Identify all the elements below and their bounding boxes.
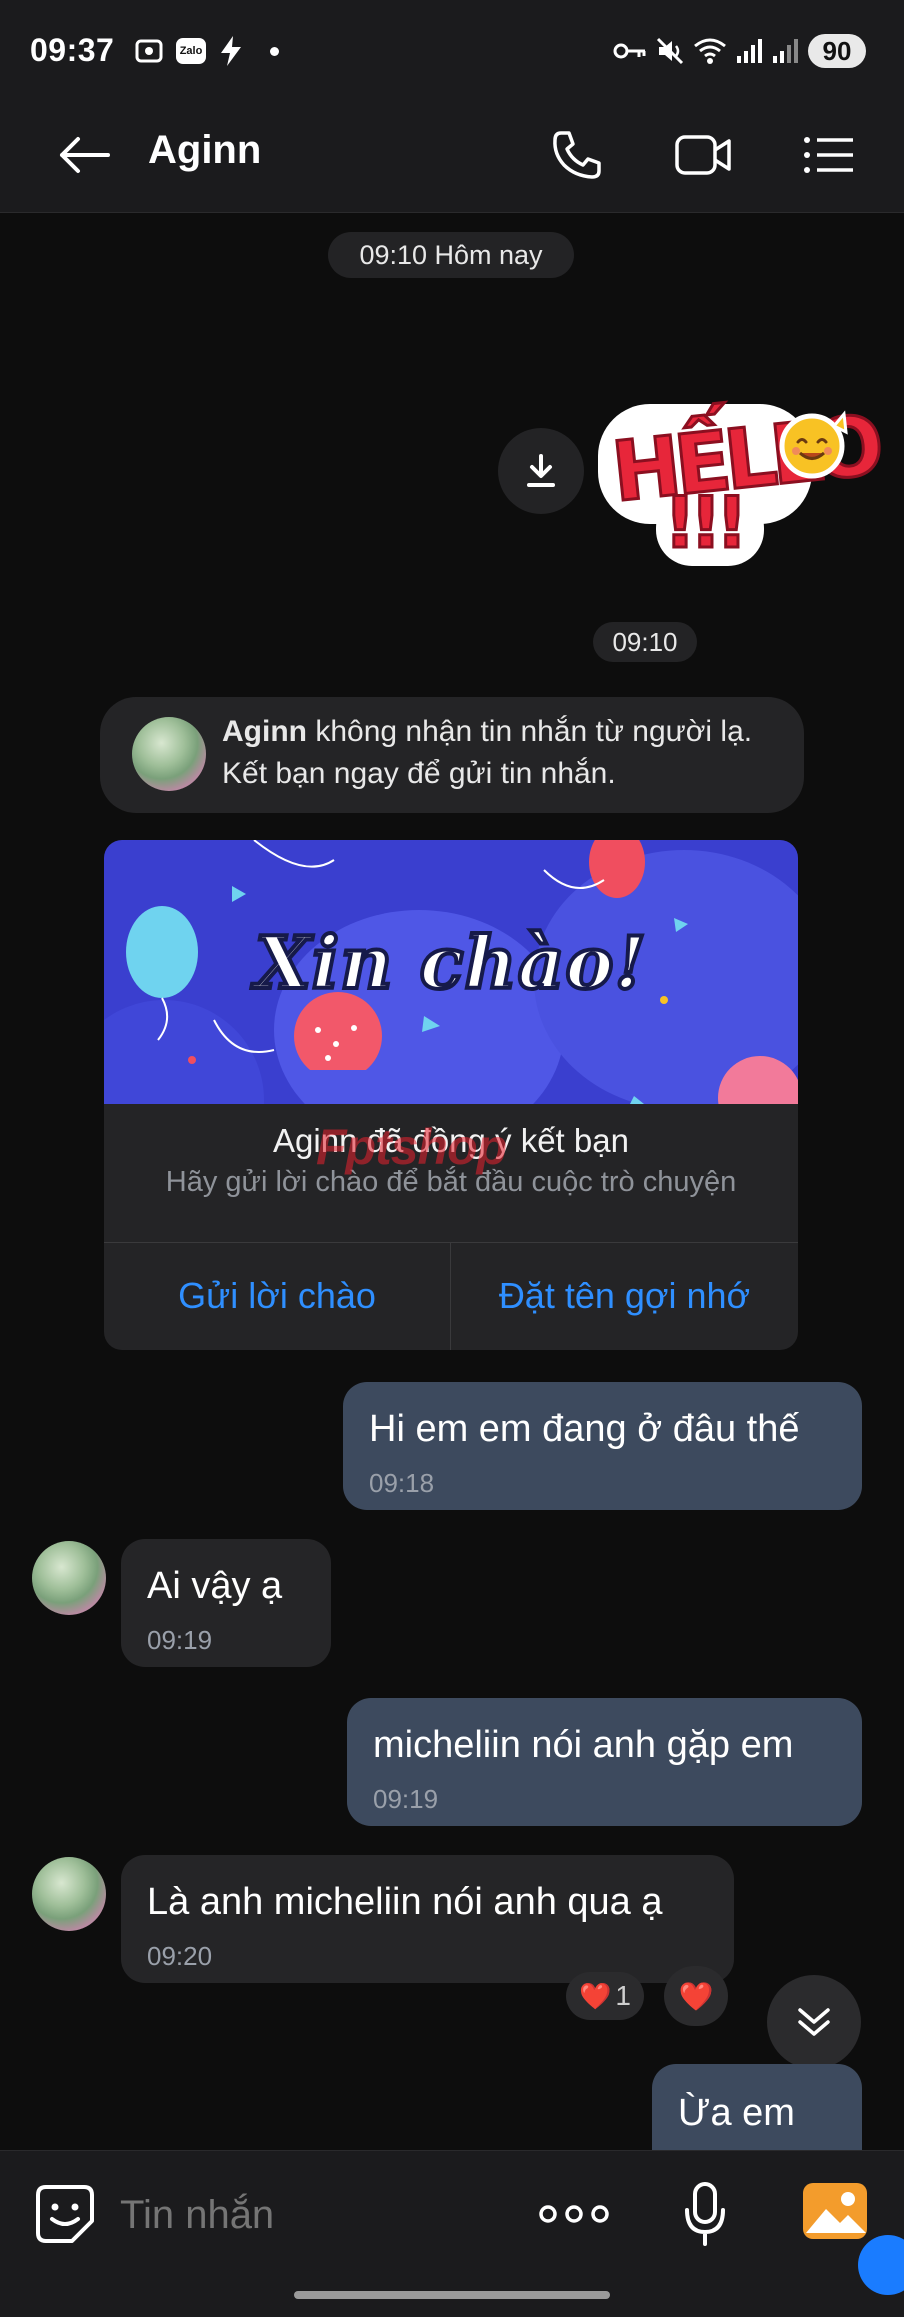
avatar: [132, 717, 206, 791]
download-sticker-button[interactable]: [498, 428, 584, 514]
friend-accepted-card: Xin chào! Aginn đã đồng ý kết bạn Hãy gử…: [104, 840, 798, 1350]
notification-dot-icon: [264, 36, 284, 66]
screenshot-icon: [132, 36, 166, 66]
notice-text: không nhận tin nhắn từ người lạ.: [306, 715, 753, 748]
wifi-icon: [692, 36, 728, 66]
add-reaction-button[interactable]: ❤️: [664, 1966, 728, 2026]
notice-line2: Kết bạn ngay để gửi tin nhắn.: [222, 757, 616, 790]
battery-level: 90: [808, 34, 866, 68]
more-dots-icon: [539, 2205, 609, 2223]
date-chip: 09:10 Hôm nay: [328, 232, 574, 278]
voice-record-button[interactable]: [678, 2177, 732, 2251]
message-text: Ai vậy ạ: [147, 1565, 283, 1607]
smiley-sticker-icon: [776, 406, 850, 480]
stranger-notice: Aginn không nhận tin nhắn từ người lạ. K…: [100, 697, 804, 813]
message-text: micheliin nói anh gặp em: [373, 1724, 794, 1766]
sticker-time: 09:10: [593, 622, 697, 662]
mute-icon: [654, 36, 686, 66]
message-bubble-in[interactable]: Là anh micheliin nói anh qua ạ 09:20: [121, 1855, 734, 1983]
chat-header: Aginn: [0, 100, 904, 213]
download-icon: [527, 454, 555, 487]
hello-sticker[interactable]: HẾLLO !!!: [594, 376, 884, 568]
sticker-icon: [36, 2185, 94, 2243]
send-image-button[interactable]: [800, 2179, 870, 2245]
back-button[interactable]: [50, 122, 116, 188]
microphone-icon: [685, 2182, 725, 2246]
flash-icon: [216, 36, 246, 66]
chevron-down-icon: [798, 2008, 830, 2036]
message-text: Hi em em đang ở đâu thế: [369, 1408, 800, 1450]
greeting-banner: Xin chào!: [104, 840, 798, 1104]
status-time: 09:37: [30, 32, 115, 68]
sender-avatar[interactable]: [32, 1857, 106, 1931]
scroll-down-button[interactable]: [767, 1975, 861, 2069]
home-indicator[interactable]: [294, 2291, 610, 2299]
menu-button[interactable]: [796, 122, 862, 188]
heart-icon: ❤️: [678, 1980, 714, 2012]
zalo-icon: Zalo: [174, 36, 208, 66]
chat-bubble-icon[interactable]: [858, 2235, 904, 2295]
banner-text: Xin chào!: [253, 918, 648, 1007]
sender-avatar[interactable]: [32, 1541, 106, 1615]
more-options-button[interactable]: [538, 2187, 610, 2241]
watermark-logo: Fptshop: [316, 1119, 507, 1175]
sticker-exclaim: !!!: [663, 481, 750, 566]
message-time: 09:19: [147, 1625, 213, 1655]
message-bubble-out[interactable]: micheliin nói anh gặp em 09:19: [347, 1698, 862, 1826]
set-nickname-button[interactable]: Đặt tên gợi nhớ: [451, 1242, 798, 1350]
message-time: 09:18: [369, 1468, 435, 1498]
video-call-button[interactable]: [670, 122, 736, 188]
notice-line1: Aginn không nhận tin nhắn từ người lạ.: [222, 715, 752, 749]
gallery-icon: [803, 2183, 867, 2239]
emoji-button[interactable]: [32, 2181, 98, 2247]
notice-contact-name: Aginn: [222, 715, 307, 748]
message-time: 09:19: [373, 1784, 439, 1814]
contact-name[interactable]: Aginn: [148, 128, 261, 173]
signal-icon: [734, 36, 764, 66]
message-time: 09:20: [147, 1941, 213, 1971]
message-input[interactable]: [118, 2183, 502, 2247]
status-bar: 09:37 Zalo 90: [0, 0, 904, 100]
message-bubble-in[interactable]: Ai vậy ạ 09:19: [121, 1539, 331, 1667]
message-input-bar: [0, 2150, 904, 2317]
message-bubble-out[interactable]: Hi em em đang ở đâu thế 09:18: [343, 1382, 862, 1510]
send-greeting-button[interactable]: Gửi lời chào: [104, 1242, 450, 1350]
reaction-count: 1: [615, 1980, 631, 2011]
voice-call-button[interactable]: [544, 122, 610, 188]
message-text: Ừa em: [678, 2092, 795, 2134]
heart-icon: ❤️: [579, 1980, 612, 2011]
reaction-count-badge[interactable]: ❤️ 1: [566, 1972, 644, 2020]
signal-2-icon: [770, 36, 800, 66]
message-text: Là anh micheliin nói anh qua ạ: [147, 1881, 663, 1923]
key-icon: [612, 36, 648, 66]
